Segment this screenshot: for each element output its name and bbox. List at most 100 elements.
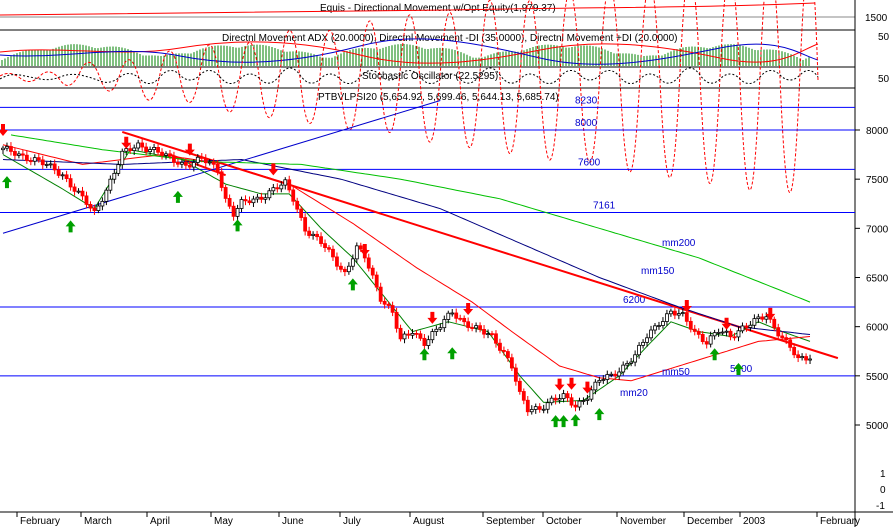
candle-body [120, 150, 125, 166]
moving-averages [2, 134, 811, 403]
candle-body [331, 248, 335, 258]
candle-body [680, 312, 685, 314]
candle-body [108, 178, 113, 191]
candle-body [482, 328, 486, 335]
candle-body [581, 400, 586, 402]
candle-body [271, 187, 276, 192]
candle-body [1, 147, 5, 151]
candle-body [593, 381, 598, 391]
candle-body [645, 337, 649, 343]
candle-body [569, 397, 574, 406]
candle-body [780, 335, 785, 339]
buy-arrow-icon [172, 190, 183, 203]
candle-body [291, 189, 296, 202]
candle-body [243, 199, 248, 202]
candle-body [788, 339, 793, 348]
ma-label-mm150: mm150 [641, 266, 675, 277]
level-label-8000: 8000 [575, 118, 598, 129]
candle-body [649, 329, 653, 339]
candle-body [720, 331, 725, 334]
sell-arrow-icon [554, 378, 565, 391]
candle-body [13, 151, 17, 156]
candle-body [183, 161, 188, 166]
candle-body [513, 367, 518, 382]
candle-body [756, 316, 761, 320]
candle-body [744, 325, 749, 328]
candle-body [521, 391, 526, 401]
candle-body [470, 327, 475, 329]
candle-body [231, 205, 236, 217]
candle-body [414, 332, 419, 335]
candle-body [116, 164, 121, 174]
candle-body [390, 305, 395, 313]
candle-body [665, 313, 669, 322]
candle-body [669, 310, 673, 315]
candle-body [40, 159, 45, 166]
candle-body [287, 179, 292, 191]
candle-body [279, 184, 284, 190]
candle-body [633, 354, 638, 363]
x-tick-label: March [84, 516, 112, 527]
candle-body [354, 245, 359, 260]
candle-body [541, 408, 546, 411]
candle-body [235, 208, 240, 217]
candle-body [406, 333, 411, 336]
candle-body [561, 393, 566, 400]
dmi-panel-title: Directnl Movement ADX (20.0000), Directn… [222, 33, 677, 44]
candle-body [641, 341, 645, 346]
candle-body [148, 149, 152, 153]
candle-body [696, 331, 701, 335]
candle-body [776, 327, 781, 337]
candle-body [48, 163, 53, 166]
candle-body [716, 332, 721, 334]
candle-body [438, 327, 443, 330]
candle-body [84, 195, 89, 205]
x-tick-label: April [150, 516, 170, 527]
y-tick-label: 5000 [866, 421, 889, 432]
candle-body [339, 265, 343, 270]
ma-label-mm20: mm20 [620, 388, 648, 399]
ma-label-mm200: mm200 [662, 238, 696, 249]
candle-body [728, 330, 733, 338]
candle-body [17, 153, 21, 156]
candle-body [740, 325, 745, 332]
candle-body [319, 236, 323, 244]
candle-body [792, 346, 797, 356]
candle-body [315, 233, 319, 238]
candle-body [736, 330, 741, 338]
stoch-axis-tick: 50 [878, 74, 890, 85]
candle-body [478, 325, 482, 330]
candle-body [358, 245, 363, 250]
stoch-panel-title: Stochastic Oscillator (22.5295) [362, 71, 498, 82]
candle-body [251, 198, 256, 204]
candle-body [772, 318, 777, 329]
buy-arrow-icon [570, 414, 581, 427]
candle-body [156, 147, 160, 153]
candle-body [136, 142, 141, 149]
candle-body [160, 151, 164, 156]
candle-body [529, 409, 534, 413]
candle-body [104, 189, 109, 202]
candle-body [327, 247, 331, 250]
candle-body [589, 389, 594, 400]
candle-body [128, 148, 133, 151]
candle-body [454, 312, 459, 319]
candle-body [553, 397, 558, 401]
candle-body [565, 393, 570, 399]
candle-body [708, 335, 713, 345]
candle-body [577, 400, 582, 408]
buy-arrow-icon [1, 176, 12, 189]
candle-body [64, 174, 69, 179]
candle-body [676, 313, 681, 316]
candle-body [605, 374, 610, 380]
candle-body [462, 317, 467, 323]
candle-body [657, 325, 661, 327]
candle-body [92, 207, 97, 211]
candle-body [187, 164, 192, 168]
ma-label-mm50: mm50 [662, 367, 690, 378]
candle-body [88, 204, 93, 209]
candle-body [323, 243, 327, 249]
candle-body [573, 404, 578, 408]
candle-body [100, 200, 105, 207]
candle-body [637, 344, 641, 356]
